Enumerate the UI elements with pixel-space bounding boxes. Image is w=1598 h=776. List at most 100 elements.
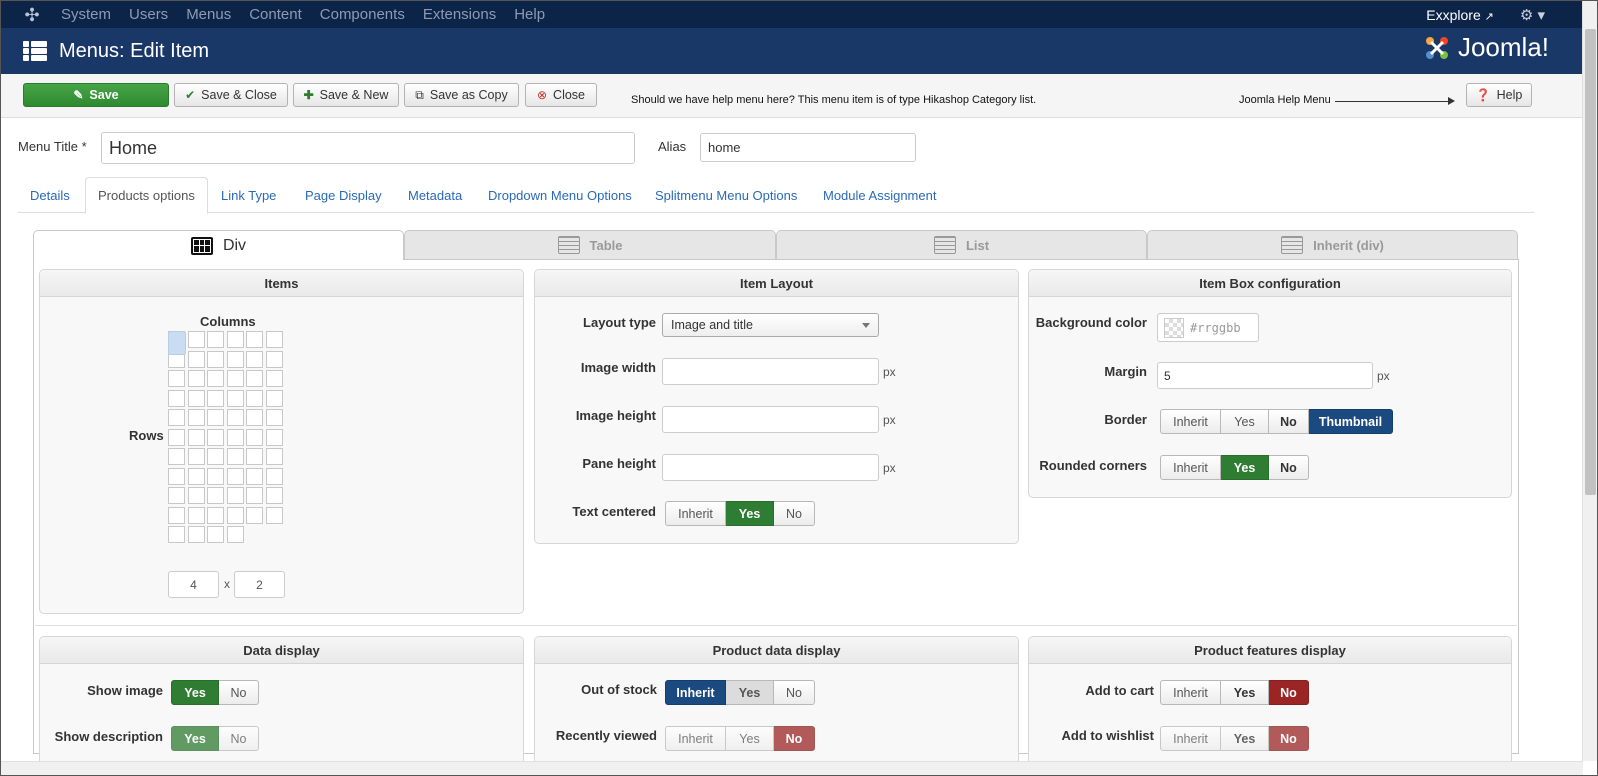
border-no[interactable]: No bbox=[1269, 409, 1309, 434]
save-copy-button[interactable]: ⧉ Save as Copy bbox=[404, 83, 519, 107]
grid-cell[interactable] bbox=[226, 350, 244, 368]
margin-input[interactable]: 5 bbox=[1157, 362, 1373, 389]
grid-cell[interactable] bbox=[226, 487, 244, 504]
grid-cell[interactable] bbox=[226, 506, 244, 524]
grid-cell[interactable] bbox=[207, 428, 224, 446]
rounded-inherit[interactable]: Inherit bbox=[1160, 455, 1221, 480]
show-image-no[interactable]: No bbox=[219, 680, 259, 705]
grid-cell[interactable] bbox=[187, 448, 205, 465]
grid-cell[interactable] bbox=[246, 350, 263, 368]
grid-cell[interactable] bbox=[226, 331, 244, 348]
horizontal-scrollbar[interactable] bbox=[1, 761, 1583, 775]
save-button[interactable]: ✎ Save bbox=[23, 83, 169, 107]
nav-menus[interactable]: Menus bbox=[186, 6, 231, 23]
add-to-wishlist-no[interactable]: No bbox=[1269, 726, 1309, 751]
grid-cell[interactable] bbox=[168, 506, 185, 524]
site-link[interactable]: Exxplore ↗ bbox=[1426, 7, 1494, 23]
grid-cell[interactable] bbox=[226, 389, 244, 407]
out-of-stock-inherit[interactable]: Inherit bbox=[665, 680, 726, 705]
grid-cell[interactable] bbox=[207, 409, 224, 426]
layout-tab-div[interactable]: Div bbox=[33, 230, 404, 260]
grid-cell[interactable] bbox=[207, 506, 224, 524]
tab-link-type[interactable]: Link Type bbox=[209, 177, 288, 213]
grid-cell[interactable] bbox=[187, 370, 205, 387]
grid-cell[interactable] bbox=[226, 448, 244, 465]
grid-cell[interactable] bbox=[207, 331, 224, 348]
tab-splitmenu-menu-options[interactable]: Splitmenu Menu Options bbox=[643, 177, 809, 213]
grid-cell[interactable] bbox=[246, 428, 263, 446]
recently-viewed-inherit[interactable]: Inherit bbox=[665, 726, 726, 751]
border-yes[interactable]: Yes bbox=[1221, 409, 1269, 434]
grid-cell[interactable] bbox=[187, 467, 205, 485]
grid-cell[interactable] bbox=[207, 467, 224, 485]
columns-rows-grid[interactable] bbox=[168, 331, 283, 543]
nav-components[interactable]: Components bbox=[320, 6, 405, 23]
grid-cell[interactable] bbox=[265, 467, 283, 485]
grid-cell[interactable] bbox=[265, 428, 283, 446]
grid-cell[interactable] bbox=[168, 467, 185, 485]
pane-height-input[interactable] bbox=[662, 454, 879, 481]
grid-cell[interactable] bbox=[246, 448, 263, 465]
grid-cell[interactable] bbox=[187, 526, 205, 543]
help-button[interactable]: ❓ Help bbox=[1466, 83, 1532, 107]
grid-cell[interactable] bbox=[265, 506, 283, 524]
tab-details[interactable]: Details bbox=[18, 177, 82, 213]
grid-cell[interactable] bbox=[246, 370, 263, 387]
vertical-scrollbar-thumb[interactable] bbox=[1585, 29, 1596, 495]
rounded-yes[interactable]: Yes bbox=[1221, 455, 1269, 480]
grid-cell[interactable] bbox=[265, 409, 283, 426]
grid-cell[interactable] bbox=[187, 409, 205, 426]
layout-tab-inherit[interactable]: Inherit (div) bbox=[1147, 230, 1518, 259]
tab-products-options[interactable]: Products options bbox=[85, 177, 208, 214]
grid-cell[interactable] bbox=[207, 350, 224, 368]
image-width-input[interactable] bbox=[662, 358, 879, 385]
layout-type-select[interactable]: Image and title bbox=[662, 313, 879, 337]
grid-cell[interactable] bbox=[265, 350, 283, 368]
grid-cell[interactable] bbox=[168, 526, 185, 543]
joomla-logo-icon[interactable]: ✣ bbox=[21, 4, 43, 26]
grid-cell[interactable] bbox=[187, 487, 205, 504]
alias-input[interactable]: home bbox=[700, 133, 916, 162]
tab-dropdown-menu-options[interactable]: Dropdown Menu Options bbox=[476, 177, 644, 213]
grid-cell[interactable] bbox=[265, 389, 283, 407]
vertical-scrollbar[interactable] bbox=[1582, 1, 1597, 761]
grid-cell[interactable] bbox=[168, 370, 185, 387]
grid-cell[interactable] bbox=[265, 448, 283, 465]
grid-cell[interactable] bbox=[207, 526, 224, 543]
grid-cell[interactable] bbox=[207, 487, 224, 504]
nav-help[interactable]: Help bbox=[514, 6, 545, 23]
nav-system[interactable]: System bbox=[61, 6, 111, 23]
grid-cell[interactable] bbox=[168, 331, 186, 355]
grid-cell[interactable] bbox=[207, 448, 224, 465]
nav-users[interactable]: Users bbox=[129, 6, 168, 23]
gear-icon[interactable]: ⚙ ▾ bbox=[1520, 6, 1545, 24]
rows-input[interactable]: 2 bbox=[234, 571, 285, 598]
grid-cell[interactable] bbox=[246, 409, 263, 426]
grid-cell[interactable] bbox=[265, 331, 283, 348]
out-of-stock-yes[interactable]: Yes bbox=[726, 680, 774, 705]
grid-cell[interactable] bbox=[168, 448, 185, 465]
show-description-no[interactable]: No bbox=[219, 726, 259, 751]
grid-cell[interactable] bbox=[265, 370, 283, 387]
grid-cell[interactable] bbox=[226, 409, 244, 426]
grid-cell[interactable] bbox=[187, 350, 205, 368]
nav-content[interactable]: Content bbox=[249, 6, 302, 23]
color-swatch-icon[interactable] bbox=[1164, 317, 1184, 338]
grid-cell[interactable] bbox=[226, 526, 244, 543]
image-height-input[interactable] bbox=[662, 406, 879, 433]
grid-cell[interactable] bbox=[207, 389, 224, 407]
grid-cell[interactable] bbox=[226, 370, 244, 387]
close-button[interactable]: ⊗ Close bbox=[525, 83, 597, 107]
add-to-wishlist-yes[interactable]: Yes bbox=[1221, 726, 1269, 751]
grid-cell[interactable] bbox=[187, 389, 205, 407]
grid-cell[interactable] bbox=[246, 467, 263, 485]
add-to-wishlist-inherit[interactable]: Inherit bbox=[1160, 726, 1221, 751]
columns-input[interactable]: 4 bbox=[168, 571, 219, 598]
add-to-cart-inherit[interactable]: Inherit bbox=[1160, 680, 1221, 705]
grid-cell[interactable] bbox=[265, 487, 283, 504]
rounded-no[interactable]: No bbox=[1269, 455, 1309, 480]
layout-tab-table[interactable]: Table bbox=[404, 230, 776, 259]
out-of-stock-no[interactable]: No bbox=[774, 680, 815, 705]
tab-metadata[interactable]: Metadata bbox=[396, 177, 474, 213]
grid-cell[interactable] bbox=[187, 331, 205, 348]
